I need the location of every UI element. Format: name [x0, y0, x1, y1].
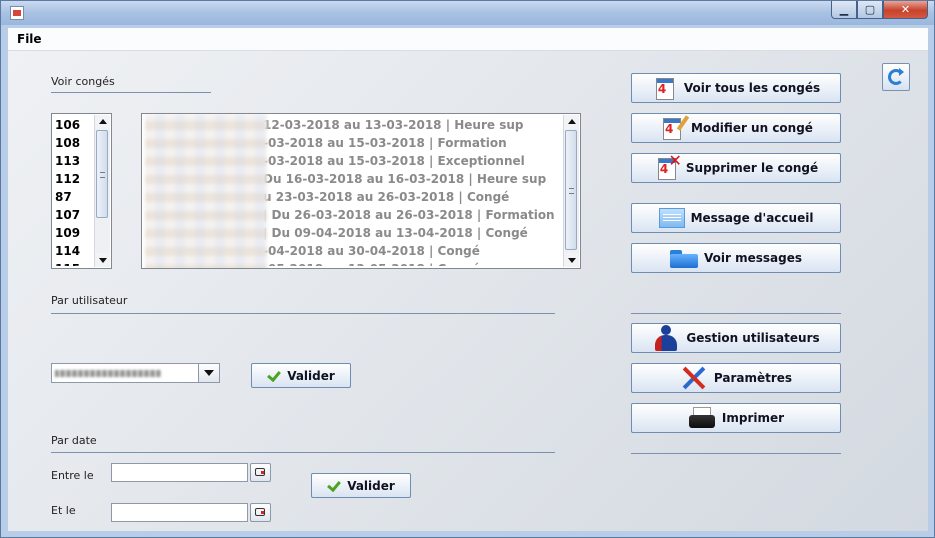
id-list-scrollbar[interactable]	[94, 115, 110, 267]
scroll-down-arrow[interactable]	[95, 253, 110, 267]
menu-file[interactable]: File	[17, 32, 42, 46]
separator	[51, 313, 555, 314]
redacted-names	[145, 114, 267, 268]
parametres-button[interactable]: Paramètres	[631, 363, 841, 393]
et-le-label: Et le	[51, 504, 76, 517]
title-bar[interactable]: ▁ ▢ ✕	[1, 1, 934, 25]
list-item[interactable]: 107	[54, 206, 93, 224]
supprimer-conge-button[interactable]: 4 ✕ Supprimer le congé	[631, 151, 841, 183]
list-item[interactable]: -04-2018 au 30-04-2018 | Congé	[261, 242, 562, 260]
entre-le-label: Entre le	[51, 469, 94, 482]
detail-list-scrollbar[interactable]	[563, 115, 579, 267]
section-par-utilisateur: Par utilisateur	[51, 294, 128, 307]
close-button[interactable]: ✕	[883, 1, 928, 19]
separator	[631, 313, 841, 314]
calendar-picker-icon[interactable]	[250, 463, 271, 482]
entre-le-input[interactable]	[111, 463, 248, 482]
message-accueil-label: Message d'accueil	[690, 211, 814, 225]
list-item[interactable]: 114	[54, 242, 93, 260]
redacted-user	[55, 370, 161, 377]
list-item[interactable]: -03-2018 au 15-03-2018 | Formation	[261, 134, 562, 152]
conges-id-items: 10610811311287107109114115	[54, 116, 93, 266]
list-item[interactable]: -05-2018 au 13-05-2018 | Congé	[261, 260, 562, 266]
menu-bar: File	[8, 28, 928, 51]
section-voir-conges: Voir congés	[51, 75, 115, 88]
valider-date-button[interactable]: Valider	[311, 473, 411, 498]
list-item[interactable]: | Du 09-04-2018 au 13-04-2018 | Congé	[261, 224, 562, 242]
application-window: ▁ ▢ ✕ File Voir congés 106 108 113 112 87 107…	[0, 0, 935, 538]
list-item[interactable]: | Du 26-03-2018 au 26-03-2018 | Formatio…	[261, 206, 562, 224]
check-icon	[327, 480, 341, 492]
minimize-button[interactable]: ▁	[831, 1, 857, 19]
folder-icon	[670, 248, 698, 268]
imprimer-button[interactable]: Imprimer	[631, 403, 841, 433]
list-item[interactable]: 115	[54, 260, 93, 266]
user-combobox[interactable]	[51, 363, 220, 383]
parametres-label: Paramètres	[713, 371, 793, 385]
separator	[51, 452, 555, 453]
valider-label: Valider	[287, 368, 335, 383]
modifier-label: Modifier un congé	[691, 121, 813, 135]
printer-icon	[688, 406, 716, 430]
scroll-up-arrow[interactable]	[95, 115, 110, 129]
gestion-utilisateurs-label: Gestion utilisateurs	[686, 331, 820, 345]
list-item[interactable]: 112	[54, 170, 93, 188]
scroll-down-arrow[interactable]	[564, 253, 579, 267]
tools-icon	[680, 365, 708, 391]
check-icon	[267, 370, 281, 382]
voir-tous-label: Voir tous les congés	[683, 81, 821, 95]
app-icon	[10, 6, 24, 20]
scroll-thumb[interactable]	[565, 130, 577, 250]
main-panel: Voir congés 10610811311287107109114115 1…	[8, 51, 928, 531]
et-le-input[interactable]	[111, 503, 248, 522]
user-icon	[652, 324, 680, 352]
scroll-up-arrow[interactable]	[564, 115, 579, 129]
separator	[51, 92, 211, 93]
imprimer-label: Imprimer	[721, 411, 785, 425]
list-item[interactable]: u 23-03-2018 au 26-03-2018 | Congé	[261, 188, 562, 206]
list-item[interactable]: 12-03-2018 au 13-03-2018 | Heure sup	[261, 116, 562, 134]
calendar-picker-icon[interactable]	[250, 503, 271, 522]
calendar-edit-icon: 4	[659, 115, 690, 141]
section-par-date: Par date	[51, 434, 97, 447]
supprimer-label: Supprimer le congé	[685, 161, 819, 175]
conges-id-list[interactable]: 10610811311287107109114115	[51, 113, 112, 269]
separator	[631, 453, 841, 454]
calendar-icon: 4	[652, 75, 678, 101]
voir-messages-label: Voir messages	[704, 251, 802, 265]
voir-tous-conges-button[interactable]: 4 Voir tous les congés	[631, 73, 841, 103]
window-controls: ▁ ▢ ✕	[831, 1, 928, 20]
scroll-thumb[interactable]	[96, 130, 108, 218]
list-item[interactable]: 106	[54, 116, 93, 134]
valider-user-button[interactable]: Valider	[251, 363, 351, 388]
message-icon	[658, 208, 685, 228]
maximize-button[interactable]: ▢	[857, 1, 883, 19]
voir-messages-button[interactable]: Voir messages	[631, 243, 841, 273]
list-item[interactable]: 113	[54, 152, 93, 170]
refresh-icon[interactable]	[882, 63, 910, 91]
gestion-utilisateurs-button[interactable]: Gestion utilisateurs	[631, 323, 841, 353]
message-accueil-button[interactable]: Message d'accueil	[631, 203, 841, 233]
conges-detail-list[interactable]: 12-03-2018 au 13-03-2018 | Heure sup -03-…	[141, 113, 581, 269]
conges-detail-items: 12-03-2018 au 13-03-2018 | Heure sup -03-…	[261, 116, 562, 266]
list-item[interactable]: 109	[54, 224, 93, 242]
list-item[interactable]: Du 16-03-2018 au 16-03-2018 | Heure sup	[261, 170, 562, 188]
list-item[interactable]: 87	[54, 188, 93, 206]
list-item[interactable]: 108	[54, 134, 93, 152]
modifier-conge-button[interactable]: 4 Modifier un congé	[631, 113, 841, 143]
list-item[interactable]: -03-2018 au 15-03-2018 | Exceptionnel	[261, 152, 562, 170]
chevron-down-icon[interactable]	[198, 364, 219, 382]
valider-label: Valider	[347, 478, 395, 493]
calendar-delete-icon: 4 ✕	[654, 151, 682, 181]
